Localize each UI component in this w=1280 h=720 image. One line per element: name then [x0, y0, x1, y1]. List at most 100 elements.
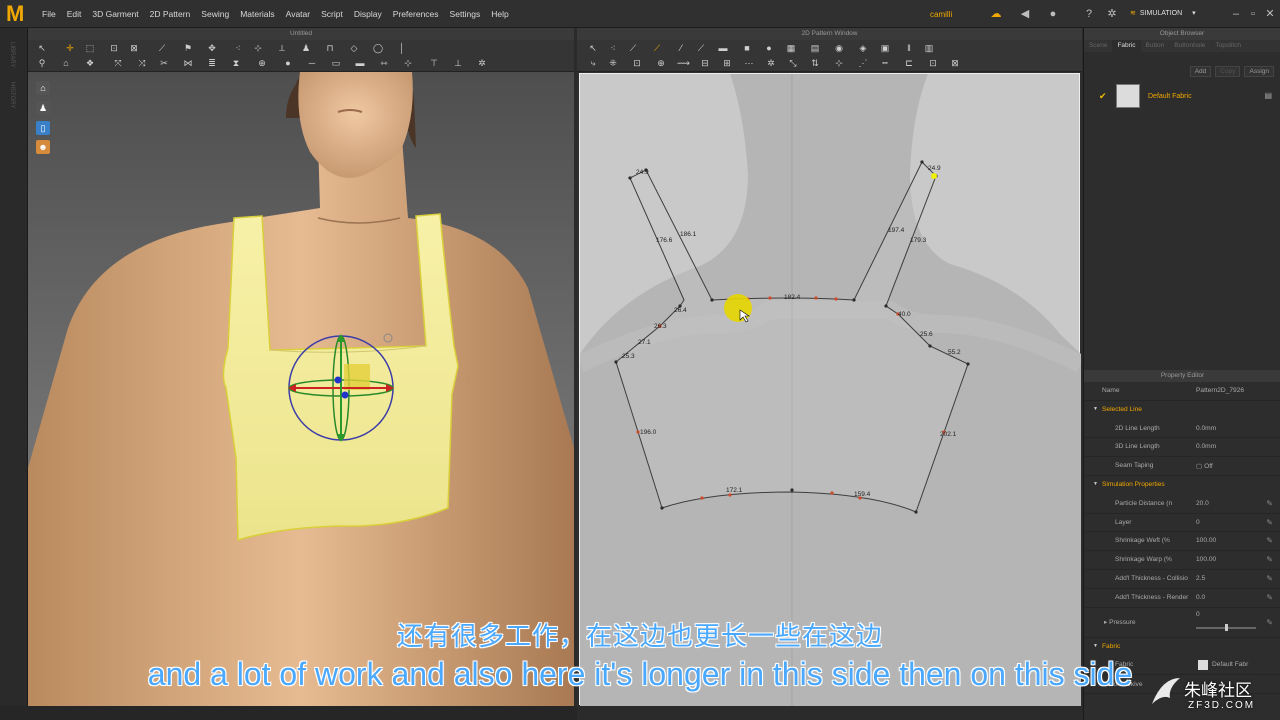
annotation-icon[interactable]: ⋰ [857, 58, 869, 68]
tab-buttonhole[interactable]: Buttonhole [1169, 40, 1210, 52]
tab-fabric[interactable]: Fabric [1112, 40, 1141, 52]
tab-scene[interactable]: Scene [1084, 40, 1112, 52]
menu-3d-garment[interactable]: 3D Garment [92, 9, 138, 19]
transform-pattern-icon[interactable]: ⁖ [607, 43, 619, 53]
grading-icon[interactable]: ‖ [903, 43, 915, 53]
curve-point[interactable] [700, 496, 704, 500]
name-value[interactable]: Pattern2D_7926 [1196, 387, 1244, 394]
prop-value[interactable]: 0 [1196, 519, 1200, 526]
2d-pattern-window[interactable]: 2D Pattern Window ↖ ⁖ ⟋ ⟋ ⁄ ⟋ ▬ ■ ● ▦ ▤ … [577, 28, 1082, 706]
tab-button[interactable]: Button [1141, 40, 1170, 52]
zoom-icon[interactable]: ⊠ [949, 58, 961, 68]
edit-icon[interactable]: ✎ [1266, 536, 1273, 545]
menu-materials[interactable]: Materials [240, 9, 274, 19]
prop-value[interactable]: 20.0 [1196, 500, 1209, 507]
menu-edit[interactable]: Edit [67, 9, 82, 19]
tab-topstitch[interactable]: Topstitch [1210, 40, 1246, 52]
vertex[interactable] [928, 344, 932, 348]
measure-icon[interactable]: ⊹ [833, 58, 845, 68]
vertex[interactable] [914, 510, 918, 514]
library-tab[interactable]: LIBRARY [9, 42, 15, 68]
button-icon[interactable]: ⋯ [743, 58, 755, 68]
pattern-canvas[interactable]: 24.9 176.6 186.1 26.4 26.3 27.1 25.3 196… [579, 73, 1081, 706]
assign-button[interactable]: Assign [1244, 66, 1274, 77]
copy-button[interactable]: Copy [1215, 66, 1241, 77]
selected-point[interactable] [931, 173, 937, 179]
trace-icon[interactable]: ▣ [879, 43, 891, 53]
menu-2d-pattern[interactable]: 2D Pattern [150, 9, 191, 19]
history-tab[interactable]: HISTORY [9, 82, 15, 108]
vertex[interactable] [710, 298, 714, 302]
vertex[interactable] [628, 176, 632, 180]
add-button[interactable]: Add [1189, 66, 1212, 77]
vertex[interactable] [614, 360, 618, 364]
maximize-icon[interactable]: ▫ [1247, 8, 1259, 20]
pattern-drawing[interactable]: 24.9 176.6 186.1 26.4 26.3 27.1 25.3 196… [580, 74, 1081, 706]
edit-icon[interactable]: ✎ [1266, 574, 1273, 583]
edit-curve-icon[interactable]: ⟋ [627, 43, 639, 53]
rectangle-icon[interactable]: ■ [741, 43, 753, 53]
texture-icon[interactable]: ▥ [923, 43, 935, 53]
menu-settings[interactable]: Settings [450, 9, 481, 19]
dash-line-icon[interactable]: ┅ [879, 58, 891, 68]
topstitch-icon[interactable]: ⊞ [721, 58, 733, 68]
checkbox-icon[interactable]: ▢ [1196, 463, 1202, 470]
internal-polygon-icon[interactable]: ▦ [785, 43, 797, 53]
vertex[interactable] [790, 488, 794, 492]
close-icon[interactable]: ✕ [1264, 8, 1276, 20]
vertex[interactable] [852, 298, 856, 302]
vertex[interactable] [966, 362, 970, 366]
tape-icon[interactable]: ⊏ [903, 58, 915, 68]
section-simulation-properties[interactable]: Simulation Properties [1084, 476, 1280, 495]
menu-script[interactable]: Script [321, 9, 343, 19]
edit-icon[interactable]: ✎ [1266, 593, 1273, 602]
mode-selector[interactable]: ≋ SIMULATION ▾ [1130, 6, 1220, 22]
select-point-icon[interactable]: ↖ [587, 43, 599, 53]
vertex[interactable] [884, 304, 888, 308]
prop-value[interactable]: 0.0 [1196, 594, 1205, 601]
gizmo-z-handle[interactable] [341, 391, 349, 399]
app-logo[interactable]: M [6, 3, 32, 25]
curve-point[interactable] [834, 297, 838, 301]
prop-value[interactable]: ▢ Off [1196, 462, 1213, 470]
tack-icon[interactable]: ⟿ [677, 58, 690, 68]
prop-value[interactable]: 0.0mm [1196, 425, 1216, 432]
prop-value[interactable]: 100.00 [1196, 556, 1216, 563]
buttonhole-icon[interactable]: ✲ [765, 58, 777, 68]
gizmo-icon[interactable]: ⤡ [787, 58, 799, 68]
vertex[interactable] [660, 506, 664, 510]
menu-preferences[interactable]: Preferences [393, 9, 439, 19]
curve-point[interactable] [768, 296, 772, 300]
curve-point[interactable] [830, 491, 834, 495]
menu-help[interactable]: Help [491, 9, 508, 19]
dart-icon[interactable]: ◈ [857, 43, 869, 53]
polygon-icon[interactable]: ▬ [717, 43, 729, 53]
speaker-icon[interactable]: ◀ [1019, 8, 1031, 20]
menu-file[interactable]: File [42, 9, 56, 19]
edit-point-icon[interactable]: ⟋ [651, 43, 663, 53]
prop-value[interactable]: 100.00 [1196, 537, 1216, 544]
curvature-icon[interactable]: ⟋ [695, 43, 707, 53]
3d-scene[interactable] [28, 28, 574, 706]
menu-sewing[interactable]: Sewing [201, 9, 229, 19]
3d-garment-window[interactable]: Untitled ↖ ✛ ⬚ ⊡ ⊠ ⟋ ⚑ ✥ ⁖ ⊹ ⟂ ♟ ⊓ ◇ ◯ │… [28, 28, 574, 706]
user-account[interactable]: camilli [926, 10, 952, 19]
user-icon[interactable]: ● [1047, 8, 1059, 20]
section-selected-line[interactable]: Selected Line [1084, 401, 1280, 420]
edit-icon[interactable]: ✎ [1266, 555, 1273, 564]
fabric-list-item[interactable]: ✔ Default Fabric ▤ [1096, 84, 1276, 110]
vertex[interactable] [920, 160, 924, 164]
gizmo-plane-handle[interactable] [344, 364, 370, 390]
circle-icon[interactable]: ● [763, 43, 775, 53]
menu-display[interactable]: Display [354, 9, 382, 19]
internal-circle-icon[interactable]: ◉ [833, 43, 845, 53]
check-sewing-icon[interactable]: ⊕ [655, 58, 667, 68]
add-point-tool-icon[interactable]: ⁄ [675, 43, 687, 53]
cloud-icon[interactable]: ☁ [990, 8, 1002, 20]
menu-avatar[interactable]: Avatar [286, 9, 310, 19]
menu-icon[interactable]: ▤ [1264, 91, 1272, 100]
prop-value[interactable]: 2.5 [1196, 575, 1205, 582]
prop-value[interactable]: 0.0mm [1196, 443, 1216, 450]
m-n-sewing-icon[interactable]: ⊡ [631, 58, 643, 68]
edit-icon[interactable]: ✎ [1266, 518, 1273, 527]
